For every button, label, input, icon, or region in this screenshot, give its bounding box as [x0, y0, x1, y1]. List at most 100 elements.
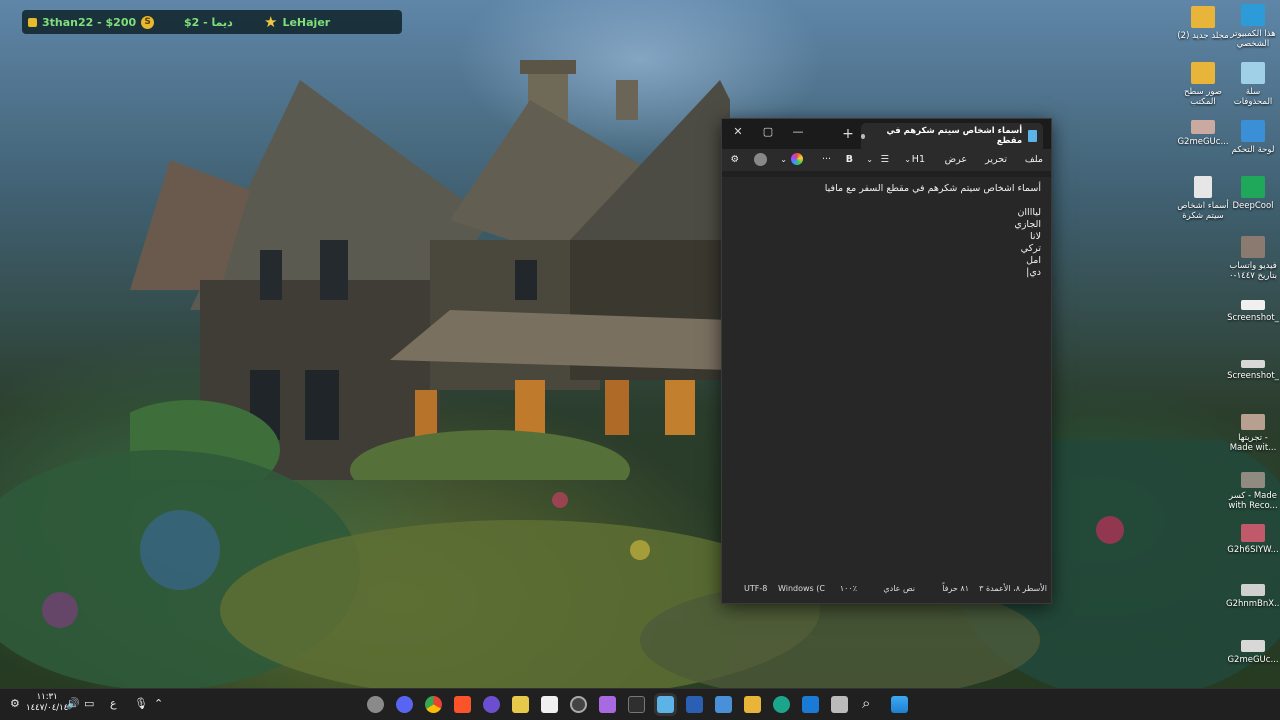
taskbar-task-view-icon[interactable]	[831, 696, 848, 713]
taskbar-edge-icon[interactable]	[773, 696, 790, 713]
menu-file[interactable]: ملف	[1025, 154, 1043, 165]
unsaved-dot-icon[interactable]	[861, 133, 866, 139]
video-icon	[1241, 414, 1265, 430]
desktop-icon-desktop-pictures[interactable]: صور سطح المكتب	[1176, 62, 1230, 107]
deepcool-icon	[1241, 176, 1265, 198]
taskbar-game-icon[interactable]	[483, 696, 500, 713]
desktop-icon-g2megu-2[interactable]: G2meGUc...	[1226, 640, 1280, 665]
status-line-ending[interactable]: Windows (C	[778, 584, 825, 593]
taskbar-chrome-icon[interactable]	[425, 696, 442, 713]
taskbar-word-icon[interactable]	[686, 696, 703, 713]
network-icon[interactable]: ▭	[84, 697, 94, 710]
taskbar-store-icon[interactable]	[541, 696, 558, 713]
status-zoom[interactable]: ١٠٠٪	[840, 584, 857, 593]
microphone-icon[interactable]: 🎙	[134, 697, 148, 710]
image-thumbnail-icon	[1241, 640, 1265, 652]
new-tab-button[interactable]: +	[836, 125, 860, 143]
desktop-icon-g2hnmbnx[interactable]: G2hnmBnX...	[1226, 584, 1280, 609]
text-line: الجازي	[1014, 219, 1041, 230]
image-thumbnail-icon	[1191, 120, 1215, 134]
taskbar-notepad-icon[interactable]	[657, 696, 674, 713]
desktop-icon-new-folder[interactable]: (2) مجلد جديد	[1176, 6, 1230, 41]
desktop-icon-this-pc[interactable]: هذا الكمبيوتر الشخصي	[1226, 4, 1280, 49]
status-encoding[interactable]: UTF-8	[744, 584, 767, 593]
minimize-window-button[interactable]: —	[786, 123, 810, 141]
desktop-icon-label: كسر - Made with Reco...	[1228, 491, 1278, 511]
more-options-button[interactable]: ···	[822, 154, 831, 165]
notepad-document-icon	[1028, 130, 1037, 142]
video-icon	[1241, 472, 1265, 488]
close-window-button[interactable]: ✕	[726, 123, 750, 141]
tab-document-title: أسماء اشخاص سيتم شكرهم في مقطع	[886, 126, 1023, 146]
hud-user: ★ LeHajer	[264, 13, 330, 31]
notepad-titlebar[interactable]: ✕ ▢ — + أسماء اشخاص سيتم شكرهم في مقطع	[722, 119, 1051, 149]
desktop-icon-label: سلة المحذوفات	[1233, 87, 1273, 107]
desktop-icon-recycle-bin[interactable]: سلة المحذوفات	[1226, 62, 1280, 107]
star-icon: ★	[264, 13, 278, 31]
coin-icon: S	[141, 15, 155, 29]
notepad-text-area[interactable]: أسماء اشخاص سيتم شكرهم في مقطع السفر مع …	[722, 177, 1051, 575]
notepad-menubar: ملف تحرير عرض H1 ⌄ ☰ ⌄ B ··· ⌄ ⚙	[722, 149, 1051, 171]
desktop-icon-label: هذا الكمبيوتر الشخصي	[1230, 29, 1276, 49]
taskbar-pen-icon[interactable]	[599, 696, 616, 713]
taskbar-calculator-icon[interactable]	[715, 696, 732, 713]
taskbar-xbox-icon[interactable]	[628, 696, 645, 713]
taskbar-discord-icon[interactable]	[396, 696, 413, 713]
desktop-icon-names-doc[interactable]: أسماء اشخاص سيتم شكرة	[1176, 176, 1230, 221]
taskbar-explorer-icon[interactable]	[744, 696, 761, 713]
image-thumbnail-icon	[1241, 584, 1265, 596]
menu-view[interactable]: عرض	[945, 154, 967, 165]
menu-edit[interactable]: تحرير	[985, 154, 1007, 165]
desktop-icon-g2megu-1[interactable]: G2meGUc...	[1176, 120, 1230, 147]
copilot-icon[interactable]	[791, 153, 803, 165]
chevron-down-icon[interactable]: ⌄	[780, 155, 787, 164]
desktop-icon-screenshot-1[interactable]: Screenshot_	[1226, 300, 1280, 323]
notepad-statusbar: الأسطر ٨، الأعمدة ٣ ٨١ حرفاً نص عادي ١٠٠…	[722, 575, 1051, 603]
taskbar-outlook-icon[interactable]	[802, 696, 819, 713]
start-button-windows-icon[interactable]	[891, 696, 908, 713]
wallpaper-house-illustration	[130, 60, 730, 480]
hud-currency: دیما - 2$	[184, 16, 233, 29]
account-avatar-icon[interactable]	[754, 153, 767, 166]
desktop-icon-control-panel[interactable]: لوحة التحكم	[1226, 120, 1280, 155]
desktop-icon-label: DeepCool	[1232, 201, 1274, 211]
taskbar-settings-icon[interactable]	[367, 696, 384, 713]
taskbar-brave-icon[interactable]	[454, 696, 471, 713]
desktop-icon-g2h6siyw[interactable]: G2h6SIYW...	[1226, 524, 1280, 555]
hud-player-icon	[28, 17, 37, 27]
status-char-count: ٨١ حرفاً	[942, 584, 969, 593]
desktop-icon-screenshot-2[interactable]: Screenshot_	[1226, 360, 1280, 381]
desktop-icon-deepcool[interactable]: DeepCool	[1226, 176, 1280, 211]
desktop-icon-label: G2meGUc...	[1177, 137, 1229, 147]
hud-player: 3than22 - $200 S	[28, 15, 155, 29]
list-button[interactable]: ☰	[880, 154, 889, 165]
text-line: أسماء اشخاص سيتم شكرهم في مقطع السفر مع …	[824, 183, 1041, 194]
desktop-icon-label: Screenshot_	[1227, 313, 1279, 323]
taskbar-search-icon[interactable]: ⌕	[862, 694, 870, 712]
notepad-window[interactable]: ✕ ▢ — + أسماء اشخاص سيتم شكرهم في مقطع م…	[721, 118, 1052, 604]
status-format[interactable]: نص عادي	[883, 584, 915, 593]
notification-icon[interactable]: ⚙	[10, 697, 20, 710]
chevron-up-icon[interactable]: ⌃	[154, 697, 163, 710]
desktop-icon-video-whatsapp[interactable]: فيديو واتساب بتاريخ ١٤٤٧-٠	[1226, 236, 1280, 281]
bold-button[interactable]: B	[846, 154, 853, 165]
taskbar-date: ١٤٤٧/٠٤/١٤	[26, 703, 69, 713]
taskbar-notes-icon[interactable]	[512, 696, 529, 713]
tab-document[interactable]: أسماء اشخاص سيتم شكرهم في مقطع	[861, 123, 1043, 149]
settings-gear-icon[interactable]: ⚙	[730, 154, 739, 165]
status-cursor-position: الأسطر ٨، الأعمدة ٣	[979, 584, 1047, 593]
monitor-icon	[1241, 4, 1265, 26]
volume-icon[interactable]: 🔊	[66, 697, 80, 710]
control-panel-icon	[1241, 120, 1265, 142]
chevron-down-icon[interactable]: ⌄	[866, 155, 873, 164]
input-language-indicator[interactable]: ع	[110, 697, 117, 710]
hud-currency-text: دیما - 2$	[184, 15, 233, 29]
taskbar-obs-icon[interactable]	[570, 696, 587, 713]
taskbar-clock[interactable]: ١١:٣١ ١٤٤٧/٠٤/١٤	[26, 692, 68, 714]
heading-dropdown-button[interactable]: H1	[912, 154, 925, 165]
desktop-icon-kasr-made[interactable]: كسر - Made with Reco...	[1226, 472, 1280, 511]
desktop-icon-tajribetha[interactable]: تجربتها - Made wit...	[1226, 414, 1280, 453]
maximize-window-button[interactable]: ▢	[756, 123, 780, 141]
chevron-down-icon[interactable]: ⌄	[904, 155, 911, 164]
desktop-icon-label: تجربتها - Made wit...	[1229, 433, 1277, 453]
